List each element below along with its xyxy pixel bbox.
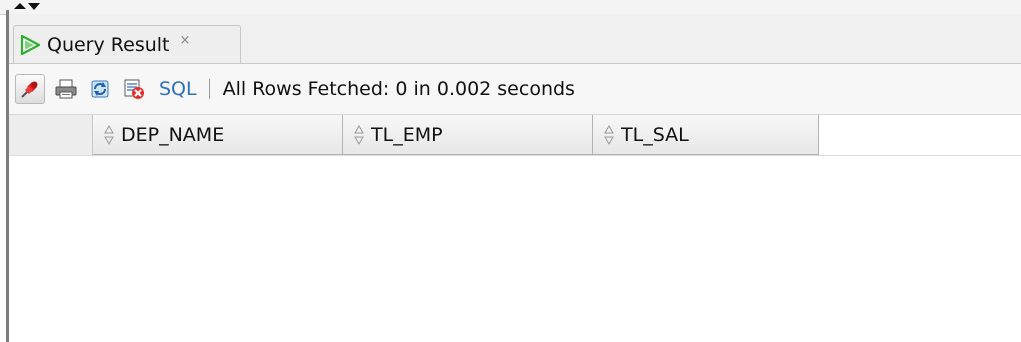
- pin-button[interactable]: [15, 74, 45, 104]
- sql-link[interactable]: SQL: [159, 78, 197, 100]
- tab-label: Query Result: [47, 33, 170, 56]
- close-icon[interactable]: ×: [180, 33, 191, 48]
- column-header-dep-name[interactable]: DEP_NAME: [93, 115, 343, 155]
- column-label: TL_EMP: [371, 123, 443, 146]
- column-label: DEP_NAME: [121, 123, 225, 146]
- tab-bar: Query Result ×: [9, 14, 1021, 64]
- tab-query-result[interactable]: Query Result ×: [13, 25, 241, 63]
- cancel-fetch-button[interactable]: [119, 74, 149, 104]
- pin-icon: [21, 81, 38, 98]
- print-icon: [55, 79, 77, 99]
- splitter-strip: [0, 0, 1021, 15]
- column-header-tl-sal[interactable]: TL_SAL: [593, 115, 819, 155]
- run-triangle-icon: [20, 34, 41, 55]
- result-grid-body[interactable]: [9, 156, 1021, 342]
- grid-header: DEP_NAME TL_EMP TL_SAL: [9, 115, 1021, 156]
- refresh-button[interactable]: [85, 74, 115, 104]
- row-number-header: [9, 115, 93, 155]
- column-label: TL_SAL: [621, 123, 689, 146]
- splitter-arrows-icon[interactable]: [12, 0, 42, 14]
- sort-icon: [354, 124, 364, 145]
- fetch-status: All Rows Fetched: 0 in 0.002 seconds: [222, 78, 575, 100]
- print-button[interactable]: [51, 74, 81, 104]
- sort-icon: [604, 124, 614, 145]
- toolbar-separator: [208, 79, 210, 99]
- query-result-panel: Query Result × SQL All Rows Fetched: 0 i…: [9, 14, 1021, 342]
- cancel-fetch-icon: [124, 79, 144, 99]
- sort-icon: [104, 124, 114, 145]
- result-toolbar: SQL All Rows Fetched: 0 in 0.002 seconds: [9, 64, 1021, 115]
- refresh-icon: [91, 80, 109, 98]
- column-header-tl-emp[interactable]: TL_EMP: [343, 115, 593, 155]
